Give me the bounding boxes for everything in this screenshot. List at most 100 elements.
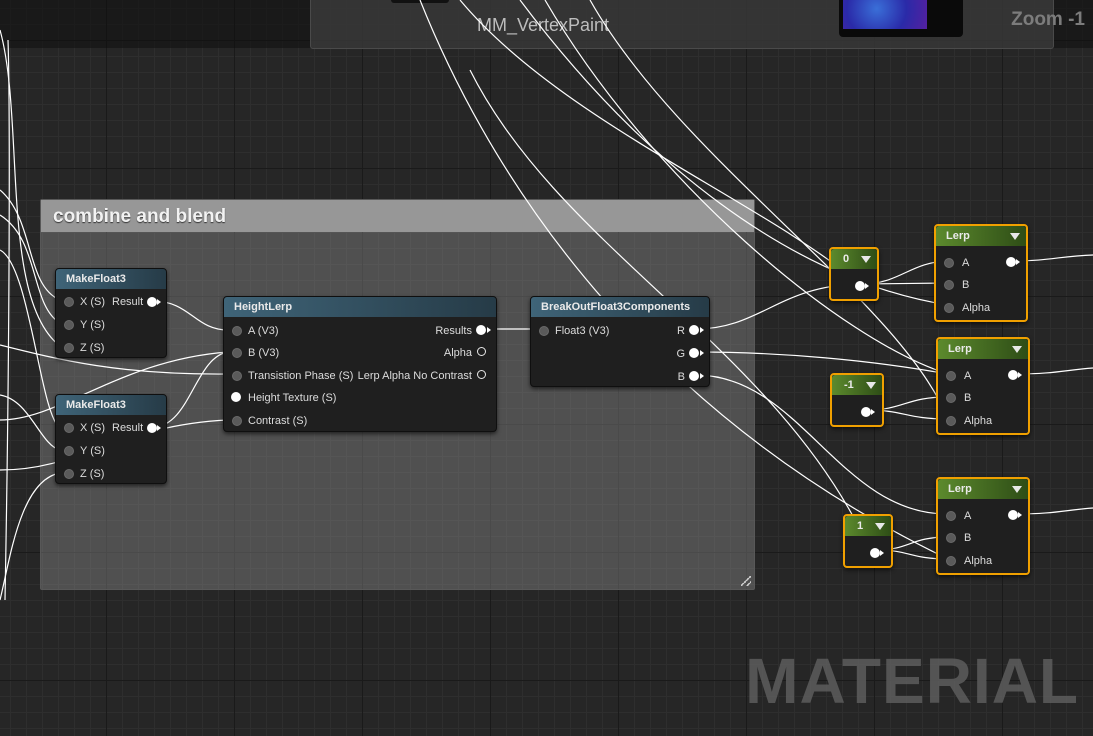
makefloat3-top-node[interactable]: MakeFloat3 X (S) Result Y (S) Z (S): [55, 268, 167, 358]
comment-title: combine and blend: [41, 200, 754, 232]
zoom-level-label: Zoom -1: [1011, 9, 1085, 30]
makefloat3-bottom-node[interactable]: MakeFloat3 X (S) Result Y (S) Z (S): [55, 394, 167, 484]
lerp-out-pin[interactable]: [1006, 257, 1016, 267]
constant-out-pin[interactable]: [870, 548, 880, 558]
pin-x-label: X (S): [80, 422, 106, 434]
pin-b-out[interactable]: [689, 371, 699, 381]
pin-transition-in[interactable]: [232, 371, 242, 381]
pin-float3-in[interactable]: [539, 326, 549, 336]
pin-b-label: B: [964, 532, 972, 544]
pin-x-label: X (S): [80, 296, 106, 308]
node-title: MakeFloat3: [56, 269, 166, 289]
pin-alpha-label: Alpha: [964, 555, 993, 567]
material-watermark: MATERIAL: [745, 645, 1079, 717]
pin-x-in[interactable]: [64, 423, 74, 433]
pin-a-in[interactable]: [946, 511, 956, 521]
pin-z-in[interactable]: [64, 343, 74, 353]
pin-results-out[interactable]: [476, 325, 486, 335]
pin-g-label: G: [676, 348, 685, 360]
pin-contrast-label: Contrast (S): [248, 415, 308, 427]
pin-y-in[interactable]: [64, 446, 74, 456]
node-title: MakeFloat3: [56, 395, 166, 415]
pin-arrow: [880, 550, 884, 556]
dropdown-arrow-icon[interactable]: [1012, 486, 1022, 493]
pin-alpha-label: Alpha: [962, 302, 991, 314]
material-preview-thumbnail: [839, 0, 963, 37]
pin-arrow: [1016, 259, 1020, 265]
heightlerp-node[interactable]: HeightLerp A (V3) B (V3) Transistion Pha…: [223, 296, 497, 432]
constant-0-node[interactable]: 0: [829, 247, 879, 301]
pin-result-out[interactable]: [147, 423, 157, 433]
breakout-node[interactable]: BreakOutFloat3Components Float3 (V3) R G…: [530, 296, 710, 387]
dropdown-arrow-icon[interactable]: [866, 382, 876, 389]
wire: [4, 39, 10, 601]
pin-arrow: [487, 327, 491, 333]
pin-y-label: Y (S): [80, 319, 105, 331]
pin-arrow: [157, 299, 161, 305]
constant-neg1-node[interactable]: -1: [830, 373, 884, 427]
pin-arrow: [1018, 372, 1022, 378]
pin-x-in[interactable]: [64, 297, 74, 307]
constant-1-node[interactable]: 1: [843, 514, 893, 568]
pin-a-in[interactable]: [232, 326, 242, 336]
pin-alpha-out[interactable]: [477, 347, 486, 356]
pin-a-label: A: [962, 257, 970, 269]
pin-b-label: B (V3): [248, 347, 280, 359]
material-result-node[interactable]: MM_VertexPaint: [310, 0, 1054, 49]
pin-arrow: [157, 425, 161, 431]
lerp-node-3[interactable]: Lerp A B Alpha: [936, 477, 1030, 575]
pin-a-in[interactable]: [946, 371, 956, 381]
pin-a-label: A (V3): [248, 325, 279, 337]
pin-b-in[interactable]: [944, 280, 954, 290]
pin-alpha-in[interactable]: [946, 556, 956, 566]
pin-b-label: B: [964, 392, 972, 404]
pin-result-label: Result: [112, 296, 144, 308]
pin-alpha-in[interactable]: [946, 416, 956, 426]
material-pin-box: [391, 0, 449, 3]
pin-transition-label: Transistion Phase (S): [248, 370, 354, 382]
pin-height-texture-in[interactable]: [231, 392, 241, 402]
material-title: MM_VertexPaint: [477, 15, 610, 35]
lerp-out-pin[interactable]: [1008, 510, 1018, 520]
pin-y-label: Y (S): [80, 445, 105, 457]
pin-g-out[interactable]: [689, 348, 699, 358]
pin-a-label: A: [964, 510, 972, 522]
pin-result-label: Result: [112, 422, 144, 434]
constant-out-pin[interactable]: [855, 281, 865, 291]
pin-r-out[interactable]: [689, 325, 699, 335]
dropdown-arrow-icon[interactable]: [861, 256, 871, 263]
lerp-node-1[interactable]: Lerp A B Alpha: [934, 224, 1028, 322]
pin-b-in[interactable]: [946, 533, 956, 543]
lerp-node-2[interactable]: Lerp A B Alpha: [936, 337, 1030, 435]
pin-lerp-alpha-label: Lerp Alpha No Contrast: [357, 370, 472, 382]
pin-y-in[interactable]: [64, 320, 74, 330]
pin-lerp-alpha-out[interactable]: [477, 370, 486, 379]
pin-b-in[interactable]: [946, 393, 956, 403]
node-title: BreakOutFloat3Components: [531, 297, 709, 317]
pin-result-out[interactable]: [147, 297, 157, 307]
dropdown-arrow-icon[interactable]: [1012, 346, 1022, 353]
pin-contrast-in[interactable]: [232, 416, 242, 426]
pin-a-label: A: [964, 370, 972, 382]
pin-b-label: B: [962, 279, 970, 291]
pin-b-in[interactable]: [232, 348, 242, 358]
pin-a-in[interactable]: [944, 258, 954, 268]
pin-float3-label: Float3 (V3): [555, 325, 610, 337]
pin-z-label: Z (S): [80, 342, 105, 354]
pin-alpha-label: Alpha: [964, 415, 993, 427]
comment-resize-handle[interactable]: [741, 576, 751, 586]
dropdown-arrow-icon[interactable]: [875, 523, 885, 530]
pin-arrow: [700, 327, 704, 333]
pin-arrow: [865, 283, 869, 289]
pin-arrow: [1018, 512, 1022, 518]
pin-z-in[interactable]: [64, 469, 74, 479]
dropdown-arrow-icon[interactable]: [1010, 233, 1020, 240]
lerp-out-pin[interactable]: [1008, 370, 1018, 380]
pin-r-label: R: [677, 325, 685, 337]
pin-arrow: [700, 350, 704, 356]
pin-alpha-in[interactable]: [944, 303, 954, 313]
pin-arrow: [700, 373, 704, 379]
pin-height-texture-label: Height Texture (S): [248, 392, 337, 404]
pin-alpha-label: Alpha: [443, 347, 472, 359]
constant-out-pin[interactable]: [861, 407, 871, 417]
